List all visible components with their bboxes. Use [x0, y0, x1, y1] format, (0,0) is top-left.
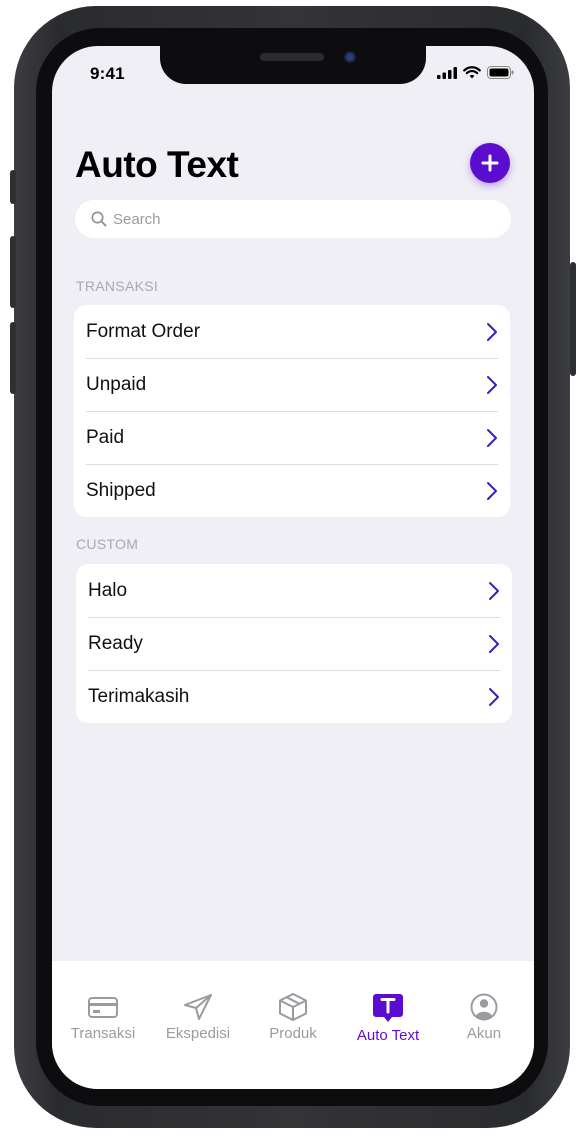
- signal-icon: [437, 66, 457, 79]
- list-item-label: Terimakasih: [88, 685, 190, 707]
- tab-ekspedisi[interactable]: Ekspedisi: [150, 993, 246, 1042]
- list-item-format-order[interactable]: Format Order: [74, 305, 510, 358]
- list-item-label: Halo: [88, 579, 128, 601]
- tab-auto-text[interactable]: Auto Text: [340, 993, 436, 1044]
- list-group-custom: Halo Ready Terimakasih: [76, 564, 512, 723]
- plus-icon: [481, 154, 499, 172]
- tab-label: Ekspedisi: [165, 1025, 231, 1042]
- box-icon: [279, 993, 307, 1021]
- status-time: 9:41: [90, 64, 125, 83]
- add-button[interactable]: [470, 143, 510, 183]
- list-item-label: Format Order: [86, 320, 201, 342]
- page-title: Auto Text: [75, 144, 239, 185]
- list-item-label: Unpaid: [86, 373, 147, 395]
- list-item-label: Ready: [88, 632, 143, 654]
- side-button: [10, 170, 16, 204]
- wifi-icon: [463, 66, 481, 79]
- list-item-paid[interactable]: Paid: [74, 411, 510, 464]
- search-input[interactable]: [113, 210, 493, 228]
- send-icon: [184, 994, 212, 1020]
- chevron-right-icon: [487, 376, 497, 394]
- status-icons: [437, 66, 514, 79]
- list-item-ready[interactable]: Ready: [76, 617, 512, 670]
- tab-label: Transaksi: [70, 1025, 136, 1042]
- tab-akun[interactable]: Akun: [436, 993, 532, 1042]
- volume-down-button: [10, 322, 16, 394]
- list-item-terimakasih[interactable]: Terimakasih: [76, 670, 512, 723]
- section-label-transaksi: TRANSAKSI: [76, 278, 159, 294]
- search-icon: [91, 211, 107, 227]
- chevron-right-icon: [489, 582, 499, 600]
- speaker: [260, 53, 324, 61]
- list-item-label: Paid: [86, 426, 125, 448]
- card-icon: [88, 997, 118, 1018]
- chevron-right-icon: [489, 688, 499, 706]
- chevron-right-icon: [487, 323, 497, 341]
- tab-produk[interactable]: Produk: [245, 993, 341, 1042]
- list-item-label: Shipped: [86, 479, 156, 501]
- volume-up-button: [10, 236, 16, 308]
- list-item-halo[interactable]: Halo: [76, 564, 512, 617]
- chevron-right-icon: [489, 635, 499, 653]
- list-group-transaksi: Format Order Unpaid Paid Shipped: [74, 305, 510, 517]
- screen: 9:41 Auto Text Search TRANSAKSI Format O…: [52, 46, 534, 1089]
- list-item-shipped[interactable]: Shipped: [74, 464, 510, 517]
- tab-bar: Transaksi Ekspedisi Produk Auto Text Aku…: [52, 961, 534, 1089]
- battery-icon: [487, 66, 514, 79]
- user-icon: [470, 993, 498, 1021]
- tab-label: Auto Text: [356, 1027, 420, 1044]
- front-camera: [344, 51, 356, 63]
- auto-text-icon: [373, 994, 403, 1022]
- tab-transaksi[interactable]: Transaksi: [55, 993, 151, 1042]
- tab-label: Produk: [269, 1025, 317, 1042]
- section-label-custom: CUSTOM: [76, 536, 139, 552]
- tab-label: Akun: [466, 1025, 502, 1042]
- power-button: [570, 262, 576, 376]
- search-bar[interactable]: [75, 200, 511, 238]
- chevron-right-icon: [487, 482, 497, 500]
- chevron-right-icon: [487, 429, 497, 447]
- notch: [160, 46, 426, 84]
- list-item-unpaid[interactable]: Unpaid: [74, 358, 510, 411]
